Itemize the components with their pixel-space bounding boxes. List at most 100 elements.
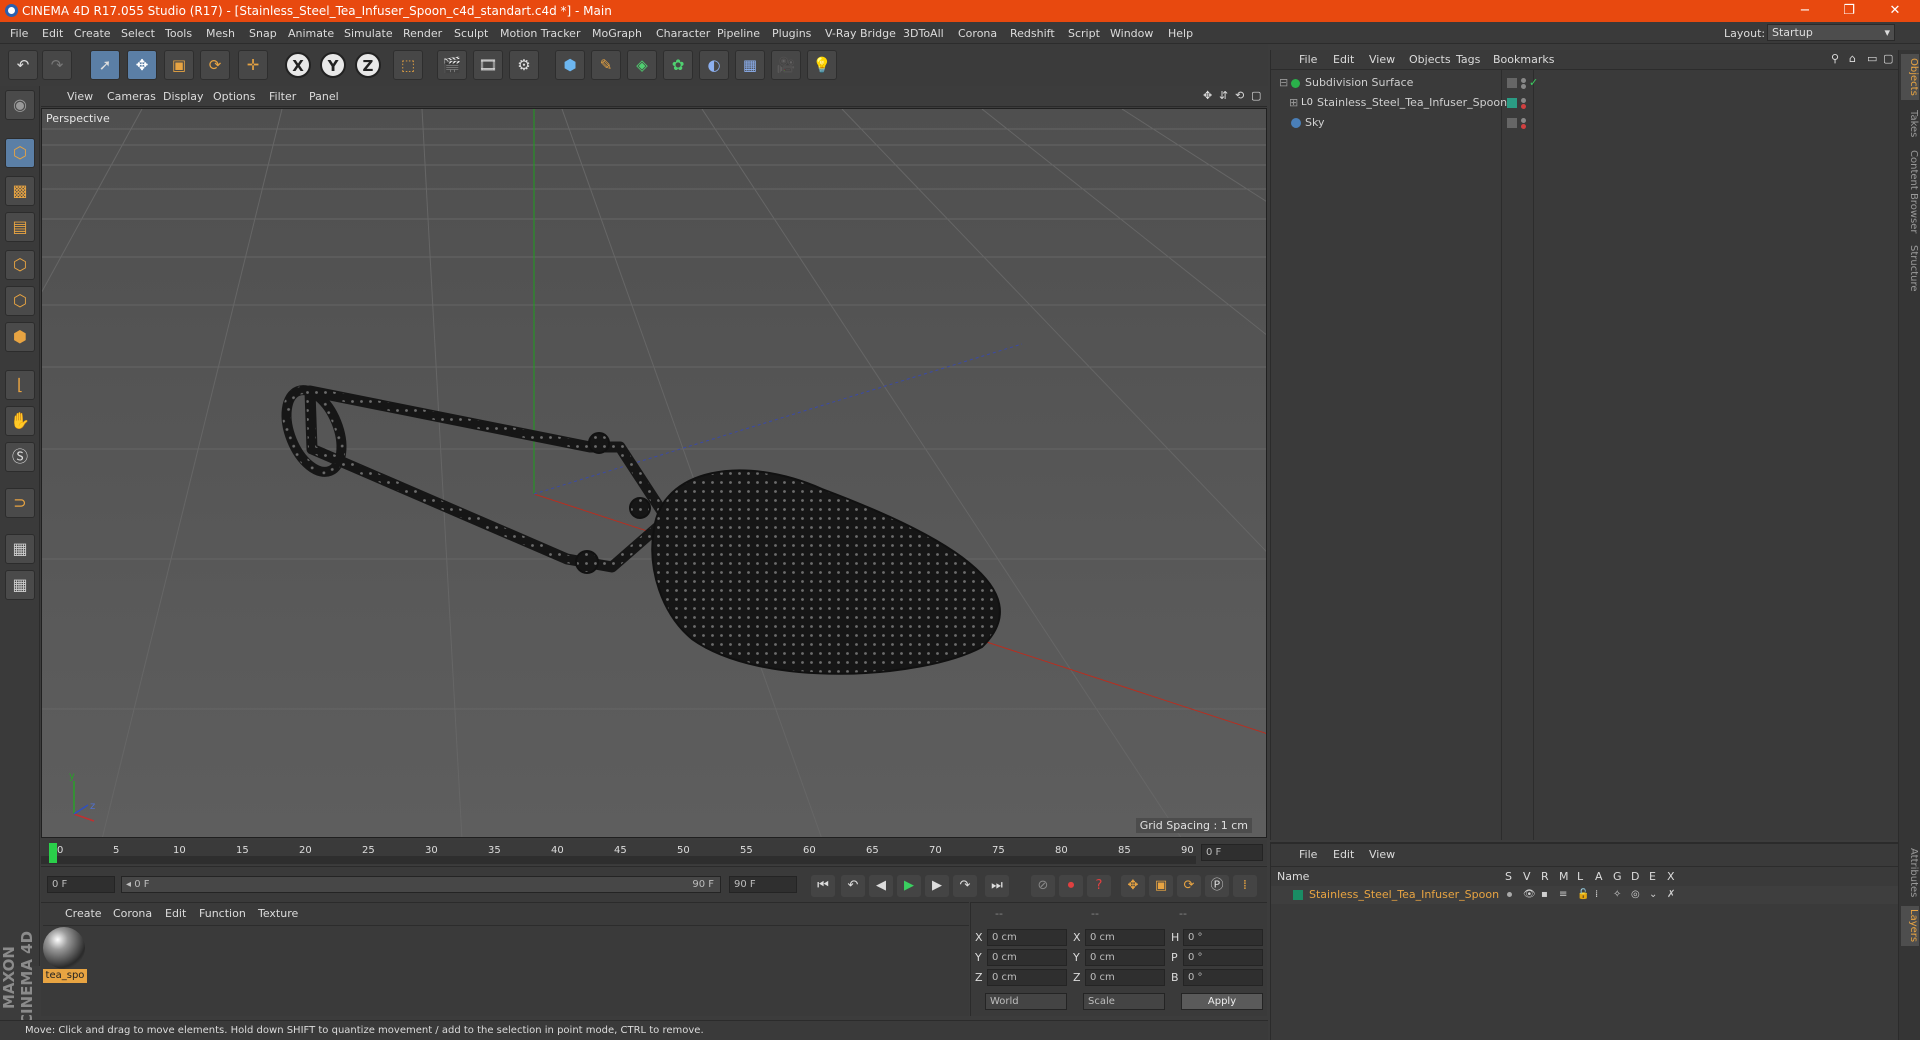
tab-layers[interactable]: Layers xyxy=(1901,906,1919,946)
layout-dropdown[interactable]: Startup ▾ xyxy=(1767,24,1895,41)
layer-column-manager[interactable]: M xyxy=(1559,870,1569,883)
move-tool-button[interactable]: ✥ xyxy=(127,50,157,80)
position-y-field[interactable]: 0 cm xyxy=(987,949,1067,966)
rotate-tool-button[interactable]: ⟳ xyxy=(200,50,230,80)
viewport-maximize-icon[interactable]: ▢ xyxy=(1251,89,1261,102)
generator-toggle-icon[interactable]: ✧ xyxy=(1613,886,1621,904)
magnet-icon[interactable]: ⊃ xyxy=(5,488,35,518)
close-button[interactable]: ✕ xyxy=(1880,2,1910,20)
step-forward-icon[interactable]: ▶ xyxy=(925,875,949,897)
new-view-icon[interactable]: ▭ xyxy=(1867,52,1877,65)
viewport-menu-options[interactable]: Options xyxy=(213,90,255,103)
timeline-ruler[interactable]: 0 5 10 15 20 25 30 35 40 45 50 55 60 65 … xyxy=(41,840,1267,865)
tab-takes[interactable]: Takes xyxy=(1901,106,1919,142)
z-axis-lock-button[interactable]: Z xyxy=(355,52,381,78)
key-scale-icon[interactable]: ▣ xyxy=(1149,875,1173,897)
make-editable-icon[interactable]: ◉ xyxy=(5,90,35,120)
menu-mesh[interactable]: Mesh xyxy=(206,27,235,40)
redo-button[interactable]: ↷ xyxy=(42,50,72,80)
cube-primitive-icon[interactable]: ⬢ xyxy=(555,50,585,80)
render-visibility-dot[interactable] xyxy=(1521,124,1526,129)
menu-tools[interactable]: Tools xyxy=(165,27,192,40)
next-key-icon[interactable]: ↷ xyxy=(953,875,977,897)
object-row-spoon[interactable]: ⊞ L0 Stainless_Steel_Tea_Infuser_Spoon xyxy=(1271,94,1899,112)
render-picture-viewer-icon[interactable]: 🎞 xyxy=(473,50,503,80)
menu-redshift[interactable]: Redshift xyxy=(1010,27,1055,40)
deformer-toggle-icon[interactable]: ◎ xyxy=(1631,886,1640,904)
perspective-viewport[interactable]: y z Perspective Grid Spacing : 1 cm xyxy=(41,108,1267,838)
start-frame-field[interactable]: 0 F xyxy=(47,876,115,893)
layers-menu-edit[interactable]: Edit xyxy=(1333,848,1354,861)
render-toggle-icon[interactable]: ▪ xyxy=(1541,886,1548,904)
render-view-icon[interactable]: 🎬 xyxy=(437,50,467,80)
layer-column-solo[interactable]: S xyxy=(1505,870,1512,883)
manager-toggle-icon[interactable]: ≡ xyxy=(1559,886,1567,904)
view-toggle-icon[interactable]: 👁 xyxy=(1523,886,1536,904)
layer-column-generators[interactable]: G xyxy=(1613,870,1622,883)
key-parameter-icon[interactable]: Ⓟ xyxy=(1205,875,1229,897)
material-menu-texture[interactable]: Texture xyxy=(258,907,298,920)
coordinate-system-button[interactable]: ⬚ xyxy=(393,50,423,80)
workplane-mode-icon[interactable]: ▤ xyxy=(5,212,35,242)
rotation-h-field[interactable]: 0 ° xyxy=(1183,929,1263,946)
objects-menu-objects[interactable]: Objects xyxy=(1409,53,1451,66)
rotation-b-field[interactable]: 0 ° xyxy=(1183,969,1263,986)
menu-render[interactable]: Render xyxy=(403,27,442,40)
menu-motion-tracker[interactable]: Motion Tracker xyxy=(500,27,580,40)
light-bulb-icon[interactable]: 💡 xyxy=(807,50,837,80)
select-tool-button[interactable]: ➚ xyxy=(90,50,120,80)
material-name[interactable]: tea_spo xyxy=(43,969,87,983)
menu-select[interactable]: Select xyxy=(121,27,155,40)
layer-column-animation[interactable]: A xyxy=(1595,870,1603,883)
previous-key-icon[interactable]: ↶ xyxy=(841,875,865,897)
current-frame-marker[interactable] xyxy=(49,843,57,863)
menu-character[interactable]: Character xyxy=(656,27,710,40)
menu-window[interactable]: Window xyxy=(1110,27,1153,40)
expression-toggle-icon[interactable]: ⌄ xyxy=(1649,886,1657,904)
scale-dropdown[interactable]: Scale xyxy=(1083,993,1165,1010)
tweak-mode-icon[interactable]: ✋ xyxy=(5,406,35,436)
menu-plugins[interactable]: Plugins xyxy=(772,27,811,40)
tab-attributes[interactable]: Attributes xyxy=(1901,844,1919,902)
objects-menu-tags[interactable]: Tags xyxy=(1456,53,1480,66)
objects-menu-bookmarks[interactable]: Bookmarks xyxy=(1493,53,1554,66)
layer-color-swatch[interactable] xyxy=(1507,98,1517,108)
menu-simulate[interactable]: Simulate xyxy=(344,27,393,40)
layer-column-locked[interactable]: L xyxy=(1577,870,1583,883)
layers-menu-file[interactable]: File xyxy=(1299,848,1317,861)
viewport-menu-filter[interactable]: Filter xyxy=(269,90,296,103)
key-rotation-icon[interactable]: ⟳ xyxy=(1177,875,1201,897)
menu-create[interactable]: Create xyxy=(74,27,111,40)
layer-row-spoon[interactable]: Stainless_Steel_Tea_Infuser_Spoon 👁 ▪ ≡ … xyxy=(1271,886,1899,904)
menu-mograph[interactable]: MoGraph xyxy=(592,27,642,40)
object-row-subdivision[interactable]: ⊟ Subdivision Surface ✓ xyxy=(1271,74,1899,92)
layer-name[interactable]: Stainless_Steel_Tea_Infuser_Spoon xyxy=(1309,886,1499,904)
material-menu-corona[interactable]: Corona xyxy=(113,907,152,920)
collapse-icon[interactable]: ⊟ xyxy=(1279,74,1288,92)
lock-workplane-icon[interactable]: ▦ xyxy=(5,534,35,564)
live-selection-button[interactable]: ✛ xyxy=(238,50,268,80)
search-icon[interactable]: ⚲ xyxy=(1831,52,1839,65)
snap-icon[interactable]: Ⓢ xyxy=(5,442,35,472)
minimize-button[interactable]: − xyxy=(1790,2,1820,20)
subdivision-generator-icon[interactable]: ◈ xyxy=(627,50,657,80)
menu-script[interactable]: Script xyxy=(1068,27,1100,40)
layer-column-view[interactable]: V xyxy=(1523,870,1531,883)
mograph-cloner-icon[interactable]: ✿ xyxy=(663,50,693,80)
undo-button[interactable]: ↶ xyxy=(8,50,38,80)
menu-vray-bridge[interactable]: V-Ray Bridge xyxy=(825,27,896,40)
render-visibility-dot[interactable] xyxy=(1521,84,1526,89)
auto-key-icon[interactable]: ? xyxy=(1087,875,1111,897)
render-settings-icon[interactable]: ⚙ xyxy=(509,50,539,80)
objects-menu-view[interactable]: View xyxy=(1369,53,1395,66)
menu-animate[interactable]: Animate xyxy=(288,27,334,40)
position-z-field[interactable]: 0 cm xyxy=(987,969,1067,986)
axis-mode-icon[interactable]: ⌊ xyxy=(5,370,35,400)
maximize-button[interactable]: ❐ xyxy=(1834,2,1864,20)
viewport-move-icon[interactable]: ✥ xyxy=(1203,89,1212,102)
size-y-field[interactable]: 0 cm xyxy=(1085,949,1165,966)
step-back-icon[interactable]: ◀ xyxy=(869,875,893,897)
objects-menu-file[interactable]: File xyxy=(1299,53,1317,66)
viewport-camera-label[interactable]: Perspective xyxy=(46,112,110,125)
layer-column-render[interactable]: R xyxy=(1541,870,1549,883)
